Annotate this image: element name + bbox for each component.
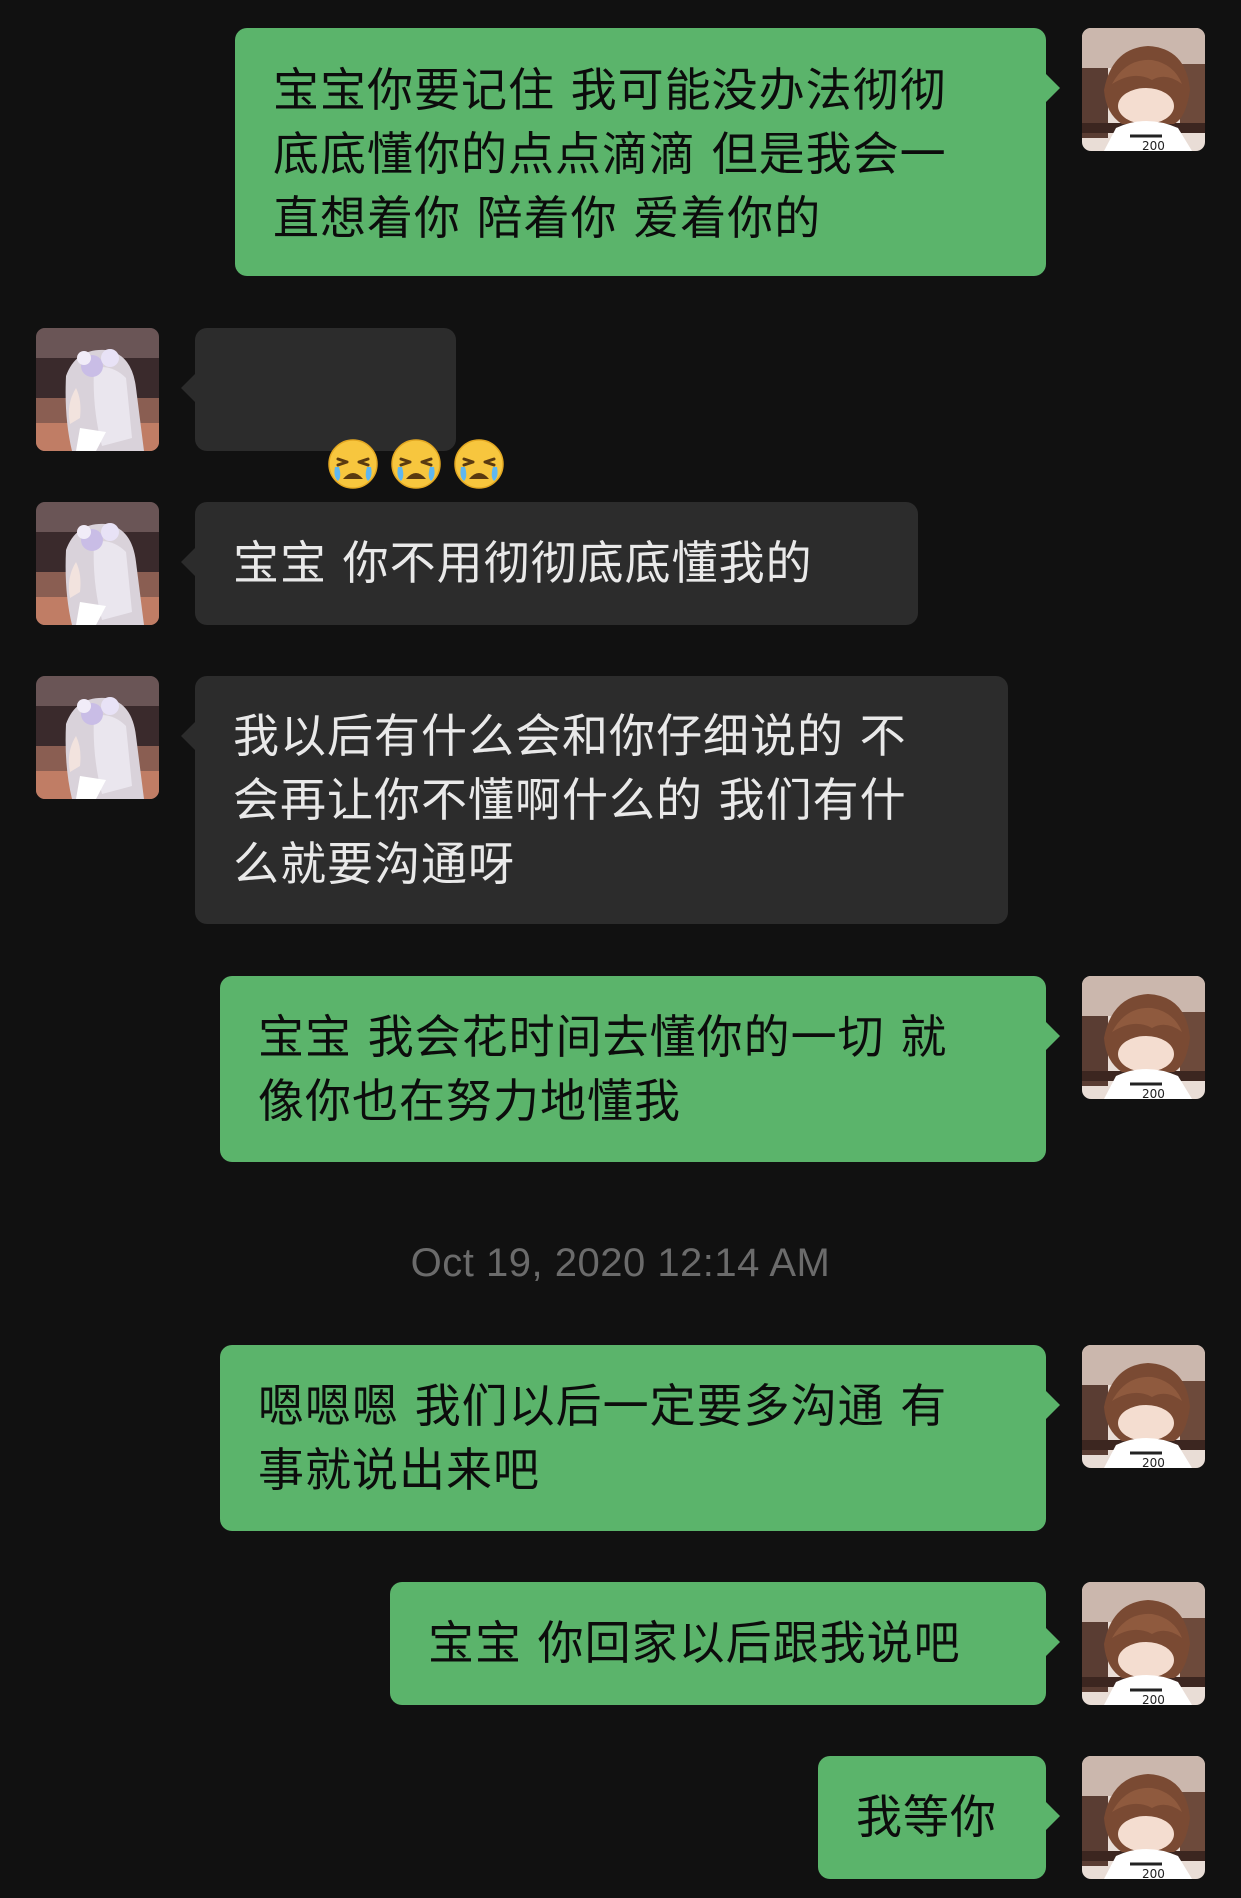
my-avatar-image	[1082, 976, 1205, 1099]
outgoing-message-bubble[interactable]: 我等你	[818, 1756, 1060, 1879]
contact-avatar-image	[36, 328, 159, 451]
contact-avatar[interactable]	[36, 676, 159, 799]
contact-avatar[interactable]	[36, 502, 159, 625]
my-avatar[interactable]	[1082, 1756, 1205, 1879]
my-avatar-image	[1082, 1756, 1205, 1879]
contact-avatar-image	[36, 502, 159, 625]
my-avatar[interactable]	[1082, 28, 1205, 151]
incoming-message-bubble[interactable]: 宝宝 你不用彻彻底底懂我的	[181, 502, 918, 625]
outgoing-message-bubble[interactable]: 嗯嗯嗯 我们以后一定要多沟通 有 事就说出来吧	[220, 1345, 1060, 1531]
my-avatar-image	[1082, 1345, 1205, 1468]
outgoing-message-bubble[interactable]: 宝宝 我会花时间去懂你的一切 就 像你也在努力地懂我	[220, 976, 1060, 1162]
outgoing-message-bubble[interactable]: 宝宝你要记住 我可能没办法彻彻 底底懂你的点点滴滴 但是我会一 直想着你 陪着你…	[235, 28, 1060, 276]
my-avatar-image	[1082, 1582, 1205, 1705]
my-avatar[interactable]	[1082, 1345, 1205, 1468]
my-avatar[interactable]	[1082, 976, 1205, 1099]
contact-avatar-image	[36, 676, 159, 799]
crying-face-icon	[327, 437, 379, 489]
crying-face-icon	[390, 437, 442, 489]
contact-avatar[interactable]	[36, 328, 159, 451]
my-avatar[interactable]	[1082, 1582, 1205, 1705]
my-avatar-image	[1082, 28, 1205, 151]
crying-face-icon	[453, 437, 505, 489]
outgoing-message-bubble[interactable]: 宝宝 你回家以后跟我说吧	[390, 1582, 1060, 1705]
incoming-message-bubble[interactable]	[181, 328, 456, 451]
incoming-message-bubble[interactable]: 我以后有什么会和你仔细说的 不 会再让你不懂啊什么的 我们有什 么就要沟通呀	[181, 676, 1008, 924]
chat-timestamp: Oct 19, 2020 12:14 AM	[410, 1241, 831, 1285]
